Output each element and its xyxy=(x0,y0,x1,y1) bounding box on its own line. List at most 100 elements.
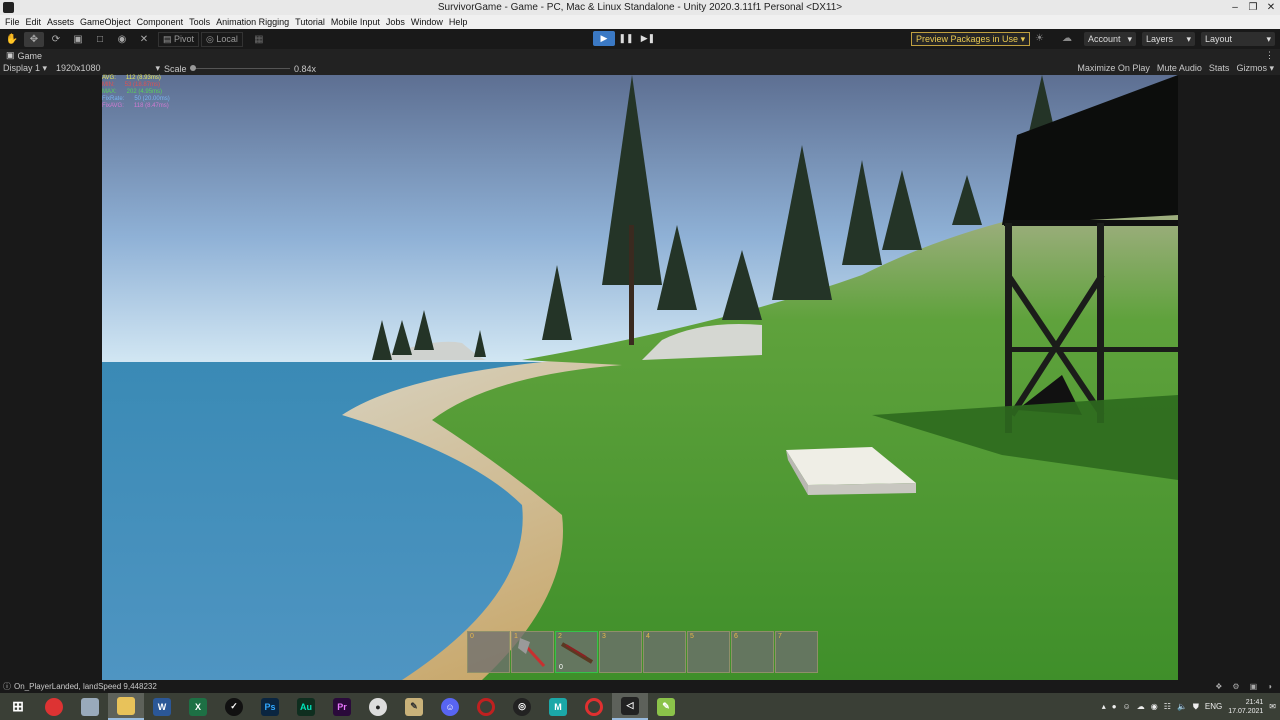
tray-clock[interactable]: 21:41 17.07.2021 xyxy=(1228,698,1263,716)
tray-discord-icon[interactable]: ☺ xyxy=(1123,702,1131,711)
taskbar-audition[interactable]: Au xyxy=(288,693,324,720)
resolution-label: 1920x1080 xyxy=(56,63,101,73)
step-icon[interactable]: ▶❚ xyxy=(637,31,659,46)
menu-file[interactable]: File xyxy=(2,17,23,27)
maximize-on-play-toggle[interactable]: Maximize On Play xyxy=(1077,63,1150,74)
cloud-icon[interactable]: ☁ xyxy=(1062,33,1072,44)
axe-icon xyxy=(518,638,546,668)
hotbar-slot[interactable]: 0 xyxy=(467,631,510,673)
hotbar-slot[interactable]: 5 xyxy=(687,631,730,673)
scale-slider-track[interactable] xyxy=(190,68,290,69)
taskbar-excel[interactable]: X xyxy=(180,693,216,720)
preview-packages-label: Preview Packages in Use xyxy=(916,34,1019,44)
scale-tool-icon[interactable]: ▣ xyxy=(68,32,88,47)
play-icon[interactable]: ▶ xyxy=(593,31,615,46)
taskbar-files[interactable] xyxy=(72,693,108,720)
menu-mobile-input[interactable]: Mobile Input xyxy=(328,17,383,27)
menu-edit[interactable]: Edit xyxy=(23,17,45,27)
debug-icon[interactable]: ⚙ xyxy=(1232,682,1239,691)
maximize-icon[interactable]: ❐ xyxy=(1244,0,1262,15)
hotbar-slot[interactable]: 4 xyxy=(643,631,686,673)
start-button[interactable]: ⊞ xyxy=(0,693,36,720)
menu-tutorial[interactable]: Tutorial xyxy=(292,17,328,27)
kebab-menu-icon[interactable]: ⋮ xyxy=(1265,50,1274,61)
pause-icon[interactable]: ❚❚ xyxy=(615,31,637,46)
account-dropdown[interactable]: Account ▾ xyxy=(1084,32,1136,46)
tray-steam-icon[interactable]: ◉ xyxy=(1151,702,1158,711)
tray-network-icon[interactable]: ☷ xyxy=(1164,702,1171,711)
taskbar-maya[interactable]: M xyxy=(540,693,576,720)
word-icon: W xyxy=(153,697,171,716)
gizmos-dropdown[interactable]: Gizmos ▾ xyxy=(1236,63,1274,74)
taskbar-discord[interactable]: ☺ xyxy=(432,693,468,720)
tray-cloud-icon[interactable]: ☁ xyxy=(1137,702,1145,711)
tray-app-icon[interactable]: ● xyxy=(1112,702,1117,711)
hotbar-slot[interactable]: 1 xyxy=(511,631,554,673)
lighting-progress-icon[interactable]: ◑ xyxy=(1267,682,1272,691)
close-icon[interactable]: ✕ xyxy=(1262,0,1280,15)
opera-gx-icon xyxy=(585,697,603,716)
cache-icon[interactable]: ▣ xyxy=(1250,682,1258,691)
layout-label: Layout xyxy=(1205,34,1233,44)
menu-animation-rigging[interactable]: Animation Rigging xyxy=(213,17,292,27)
stats-toggle[interactable]: Stats xyxy=(1209,63,1230,74)
tray-chevron-up-icon[interactable]: ▴ xyxy=(1102,702,1106,711)
menu-component[interactable]: Component xyxy=(134,17,187,27)
hotbar-slot[interactable]: 3 xyxy=(599,631,642,673)
taskbar-unity[interactable]: ◁ xyxy=(612,693,648,720)
discord-icon: ☺ xyxy=(441,697,459,716)
lighting-icon[interactable]: ☀ xyxy=(1035,33,1044,44)
taskbar-inkdrop[interactable]: ● xyxy=(360,693,396,720)
mute-audio-toggle[interactable]: Mute Audio xyxy=(1157,63,1202,74)
rect-tool-icon[interactable]: □ xyxy=(90,32,110,47)
maya-icon: M xyxy=(549,697,567,716)
taskbar-word[interactable]: W xyxy=(144,693,180,720)
menu-gameobject[interactable]: GameObject xyxy=(77,17,134,27)
menu-jobs[interactable]: Jobs xyxy=(383,17,408,27)
game-viewport[interactable] xyxy=(102,75,1178,680)
tray-shield-icon[interactable]: ⛊ xyxy=(1193,702,1199,712)
taskbar-photoshop[interactable]: Ps xyxy=(252,693,288,720)
custom-tool-icon[interactable]: ✕ xyxy=(134,32,154,47)
tab-game-label: Game xyxy=(17,50,43,61)
scale-slider-handle[interactable] xyxy=(190,65,196,71)
display-dropdown[interactable]: Display 1 ▾ xyxy=(3,63,47,74)
minimize-icon[interactable]: – xyxy=(1226,0,1244,15)
hotbar-slot[interactable]: 6 xyxy=(731,631,774,673)
resolution-dropdown[interactable]: 1920x1080 ▾ xyxy=(56,63,160,74)
taskbar-opera-gx[interactable] xyxy=(576,693,612,720)
menu-help[interactable]: Help xyxy=(446,17,471,27)
layers-label: Layers xyxy=(1146,34,1174,44)
tray-volume-icon[interactable]: 🔈 xyxy=(1177,702,1187,711)
tab-game[interactable]: ▣ Game xyxy=(6,50,42,61)
hotbar-slot[interactable]: 7 xyxy=(775,631,818,673)
taskbar-notepad[interactable]: ✎ xyxy=(648,693,684,720)
taskbar-explorer[interactable] xyxy=(108,693,144,720)
layers-dropdown[interactable]: Layers ▾ xyxy=(1142,32,1195,46)
pivot-toggle[interactable]: ▤ Pivot xyxy=(158,31,200,47)
local-icon: ◎ xyxy=(206,33,217,44)
taskbar-obs[interactable]: ◎ xyxy=(504,693,540,720)
layout-dropdown[interactable]: Layout ▾ xyxy=(1201,32,1275,46)
taskbar-tool[interactable]: ✎ xyxy=(396,693,432,720)
console-status-bar[interactable]: ⓘ On_PlayerLanded, landSpeed 9,448232 ❖ ⚙… xyxy=(0,680,1280,693)
local-toggle[interactable]: ◎ Local xyxy=(201,31,243,47)
rotate-tool-icon[interactable]: ⟳ xyxy=(46,32,66,47)
taskbar-premiere[interactable]: Pr xyxy=(324,693,360,720)
menu-assets[interactable]: Assets xyxy=(44,17,77,27)
hand-tool-icon[interactable]: ✋ xyxy=(2,32,22,47)
tray-lang[interactable]: ENG xyxy=(1205,702,1222,711)
menu-window[interactable]: Window xyxy=(408,17,446,27)
slot-number: 7 xyxy=(778,633,782,640)
notification-icon[interactable]: ✉ xyxy=(1269,702,1276,711)
menu-tools[interactable]: Tools xyxy=(186,17,213,27)
transform-tool-icon[interactable]: ◉ xyxy=(112,32,132,47)
taskbar-opera[interactable] xyxy=(468,693,504,720)
taskbar-inkscape[interactable]: ✓ xyxy=(216,693,252,720)
move-tool-icon[interactable]: ✥ xyxy=(24,31,44,47)
hotbar-slot[interactable]: 2 0 xyxy=(555,631,598,673)
grid-snap-icon[interactable]: ▦ xyxy=(249,32,269,47)
taskbar-chrome[interactable] xyxy=(36,693,72,720)
progress-icon[interactable]: ❖ xyxy=(1215,682,1222,691)
preview-packages-dropdown[interactable]: Preview Packages in Use ▾ xyxy=(911,32,1031,46)
